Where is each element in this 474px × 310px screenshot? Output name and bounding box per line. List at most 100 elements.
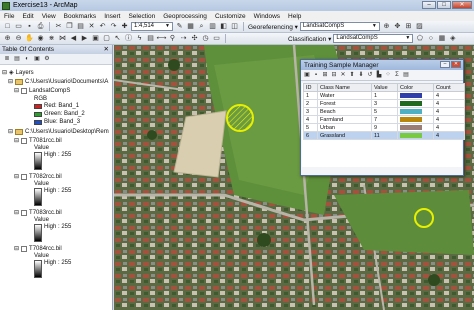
layer-visibility-checkbox[interactable] [21, 209, 28, 216]
training-sample-manager-icon[interactable]: ▦ [437, 34, 446, 43]
collapse-icon[interactable]: ⊟ [8, 128, 13, 135]
new-map-icon[interactable]: □ [3, 22, 12, 31]
layer-visibility-checkbox[interactable] [21, 173, 28, 180]
list-by-drawing-order-icon[interactable]: ≣ [3, 55, 11, 63]
delete-icon[interactable]: ✕ [87, 22, 96, 31]
minimize-button[interactable]: – [422, 1, 436, 9]
scatterplot-icon[interactable]: ⁘ [384, 71, 392, 79]
save-samples-icon[interactable]: ▪ [312, 71, 320, 79]
layer-visibility-checkbox[interactable] [21, 87, 28, 94]
menu-help[interactable]: Help [288, 13, 301, 20]
merge-icon[interactable]: ⊞ [321, 71, 329, 79]
cell-value[interactable]: 9 [371, 123, 398, 132]
move-up-icon[interactable]: ⬆ [348, 71, 356, 79]
search-icon[interactable]: ⌕ [197, 22, 206, 31]
classification-extra-icon[interactable]: ◈ [448, 34, 457, 43]
forward-extent-icon[interactable]: ▶ [80, 34, 89, 43]
collapse-icon[interactable]: ⊟ [14, 87, 19, 94]
clear-selection-icon[interactable]: ▢ [102, 34, 111, 43]
select-elements-icon[interactable]: ↖ [113, 34, 122, 43]
time-slider-icon[interactable]: ◷ [201, 34, 210, 43]
pan-icon[interactable]: ✋ [25, 34, 34, 43]
column-header-class-name[interactable]: Class Name [317, 83, 372, 92]
layer-visibility-checkbox[interactable] [21, 137, 28, 144]
column-header-count[interactable]: Count [433, 83, 465, 92]
column-header-color[interactable]: Color [397, 83, 434, 92]
cell-class-name[interactable]: Beach [317, 107, 372, 116]
save-icon[interactable]: ▪ [25, 22, 34, 31]
column-header-value[interactable]: Value [371, 83, 398, 92]
menu-selection[interactable]: Selection [128, 13, 155, 20]
move-down-icon[interactable]: ⬇ [357, 71, 365, 79]
training-sample-circle[interactable] [226, 104, 254, 132]
editor-icon[interactable]: ✎ [175, 22, 184, 31]
measure-icon[interactable]: ⟷ [156, 34, 166, 43]
delete-sample-icon[interactable]: ✕ [339, 71, 347, 79]
layers-group[interactable]: ⊟ ◈ Layers [2, 69, 34, 77]
split-icon[interactable]: ⊟ [330, 71, 338, 79]
table-row[interactable]: 5 Urban 9 4 [303, 123, 465, 132]
table-row[interactable]: 1 Water 1 4 [303, 91, 465, 100]
redo-icon[interactable]: ↷ [109, 22, 118, 31]
catalog-icon[interactable]: ▦ [186, 22, 195, 31]
load-samples-icon[interactable]: ▣ [303, 71, 311, 79]
collapse-icon[interactable]: ⊟ [14, 173, 19, 180]
goto-xy-icon[interactable]: ✣ [190, 34, 199, 43]
georef-tool-icon-3[interactable]: ⊞ [404, 22, 413, 31]
menu-customize[interactable]: Customize [215, 13, 246, 20]
hyperlink-icon[interactable]: ϟ [135, 34, 144, 43]
histogram-icon[interactable]: ▙ [375, 71, 383, 79]
landsat-layer[interactable]: ⊟ LandsatCompS [14, 87, 70, 94]
map-scale-combo[interactable]: 1:4,514 ▼ [131, 22, 173, 31]
zoom-in-icon[interactable]: ⊕ [3, 34, 12, 43]
table-row[interactable]: 3 Beach 5 4 [303, 107, 465, 116]
toc-options-icon[interactable]: ⚙ [43, 55, 51, 63]
menu-windows[interactable]: Windows [254, 13, 280, 20]
menu-view[interactable]: View [42, 13, 56, 20]
raster-layer-4[interactable]: ⊟ T7084rcc.bil [14, 245, 62, 252]
georef-layer-combo[interactable]: LandsatCompS ▼ [299, 22, 380, 31]
folder-group-1[interactable]: ⊟ C:\Users\Usuario\Documents\A [8, 78, 108, 85]
fixed-zoom-out-icon[interactable]: ⋈ [58, 34, 67, 43]
draw-circle-icon[interactable]: ○ [426, 34, 435, 43]
list-by-source-icon[interactable]: ▤ [13, 55, 21, 63]
select-features-icon[interactable]: ▣ [91, 34, 100, 43]
menu-bookmarks[interactable]: Bookmarks [64, 13, 97, 20]
fixed-zoom-in-icon[interactable]: ⋇ [47, 34, 56, 43]
cell-value[interactable]: 1 [371, 91, 398, 100]
table-row-selected[interactable]: 6 Grassland 11 4 [303, 131, 465, 140]
maximize-button[interactable]: □ [437, 1, 451, 9]
collapse-icon[interactable]: ⊟ [14, 209, 19, 216]
viewer-icon[interactable]: ▭ [212, 34, 221, 43]
reset-icon[interactable]: ↺ [366, 71, 374, 79]
georef-tool-icon-2[interactable]: ✥ [393, 22, 402, 31]
undo-icon[interactable]: ↶ [98, 22, 107, 31]
cell-value[interactable]: 7 [371, 115, 398, 124]
find-route-icon[interactable]: ⇢ [179, 34, 188, 43]
raster-layer-1[interactable]: ⊟ T7081rcc.bil [14, 137, 62, 144]
collapse-icon[interactable]: ⊟ [14, 245, 19, 252]
cell-color[interactable] [397, 107, 434, 116]
collapse-icon[interactable]: ⊟ [14, 137, 19, 144]
cell-value[interactable]: 5 [371, 107, 398, 116]
layer-visibility-checkbox[interactable] [21, 245, 28, 252]
cell-class-name[interactable]: Farmland [317, 115, 372, 124]
html-popup-icon[interactable]: ▤ [146, 34, 155, 43]
cell-value[interactable]: 3 [371, 99, 398, 108]
open-icon[interactable]: ▭ [14, 22, 23, 31]
zoom-out-icon[interactable]: ⊖ [14, 34, 23, 43]
menu-geoprocessing[interactable]: Geoprocessing [163, 13, 207, 20]
python-icon[interactable]: ◧ [219, 22, 228, 31]
classification-menu[interactable]: Classification ▾ [288, 35, 331, 43]
georeferencing-menu[interactable]: Georeferencing ▾ [248, 23, 298, 31]
cell-color[interactable] [397, 123, 434, 132]
find-icon[interactable]: ⚲ [168, 34, 177, 43]
close-button[interactable]: ✕ [452, 1, 472, 9]
menu-file[interactable]: File [4, 13, 14, 20]
georef-tool-icon[interactable]: ⊕ [382, 22, 391, 31]
georef-tool-icon-4[interactable]: ▨ [415, 22, 424, 31]
column-header-id[interactable]: ID [303, 83, 318, 92]
cell-color[interactable] [397, 99, 434, 108]
cell-class-name[interactable]: Water [317, 91, 372, 100]
raster-layer-3[interactable]: ⊟ T7083rcc.bil [14, 209, 62, 216]
